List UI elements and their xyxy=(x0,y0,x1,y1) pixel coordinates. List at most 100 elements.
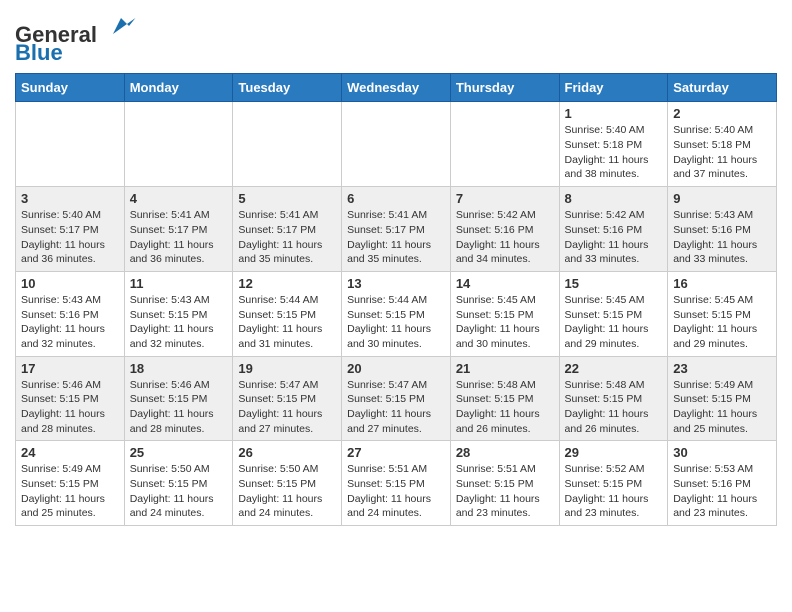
logo-blue: Blue xyxy=(15,40,63,65)
day-number: 4 xyxy=(130,191,228,206)
day-number: 26 xyxy=(238,445,336,460)
day-info: Sunrise: 5:41 AM Sunset: 5:17 PM Dayligh… xyxy=(347,208,445,267)
day-info: Sunrise: 5:45 AM Sunset: 5:15 PM Dayligh… xyxy=(673,293,771,352)
day-info: Sunrise: 5:43 AM Sunset: 5:16 PM Dayligh… xyxy=(673,208,771,267)
calendar-cell-22: 22Sunrise: 5:48 AM Sunset: 5:15 PM Dayli… xyxy=(559,356,668,441)
day-info: Sunrise: 5:52 AM Sunset: 5:15 PM Dayligh… xyxy=(565,462,663,521)
day-number: 2 xyxy=(673,106,771,121)
day-info: Sunrise: 5:43 AM Sunset: 5:16 PM Dayligh… xyxy=(21,293,119,352)
day-info: Sunrise: 5:47 AM Sunset: 5:15 PM Dayligh… xyxy=(238,378,336,437)
calendar-cell-2: 2 Sunrise: 5:40 AM Sunset: 5:18 PM Daylig… xyxy=(668,102,777,187)
day-info: Sunrise: 5:40 AM Sunset: 5:17 PM Dayligh… xyxy=(21,208,119,267)
calendar-cell-18: 18Sunrise: 5:46 AM Sunset: 5:15 PM Dayli… xyxy=(124,356,233,441)
day-number: 23 xyxy=(673,361,771,376)
day-info: Sunrise: 5:41 AM Sunset: 5:17 PM Dayligh… xyxy=(130,208,228,267)
calendar-cell-3: 3Sunrise: 5:40 AM Sunset: 5:17 PM Daylig… xyxy=(16,187,125,272)
calendar-cell-4: 4 Sunrise: 5:41 AM Sunset: 5:17 PM Daylig… xyxy=(124,187,233,272)
day-info: Sunrise: 5:41 AM Sunset: 5:17 PM Dayligh… xyxy=(238,208,336,267)
day-number: 15 xyxy=(565,276,663,291)
day-info: Sunrise: 5:43 AM Sunset: 5:15 PM Dayligh… xyxy=(130,293,228,352)
day-number: 11 xyxy=(130,276,228,291)
calendar-cell-empty xyxy=(124,102,233,187)
logo: General Blue xyxy=(15,10,137,65)
day-info: Sunrise: 5:42 AM Sunset: 5:16 PM Dayligh… xyxy=(565,208,663,267)
day-number: 5 xyxy=(238,191,336,206)
logo-icon xyxy=(105,10,137,42)
day-info: Sunrise: 5:44 AM Sunset: 5:15 PM Dayligh… xyxy=(347,293,445,352)
calendar-cell-11: 11 Sunrise: 5:43 AM Sunset: 5:15 PM Dayli… xyxy=(124,271,233,356)
day-info: Sunrise: 5:53 AM Sunset: 5:16 PM Dayligh… xyxy=(673,462,771,521)
day-number: 25 xyxy=(130,445,228,460)
day-info: Sunrise: 5:42 AM Sunset: 5:16 PM Dayligh… xyxy=(456,208,554,267)
day-number: 8 xyxy=(565,191,663,206)
day-number: 12 xyxy=(238,276,336,291)
week-row-4: 17Sunrise: 5:46 AM Sunset: 5:15 PM Dayli… xyxy=(16,356,777,441)
calendar-cell-empty xyxy=(16,102,125,187)
calendar-cell-12: 12 Sunrise: 5:44 AM Sunset: 5:15 PM Dayli… xyxy=(233,271,342,356)
day-info: Sunrise: 5:47 AM Sunset: 5:15 PM Dayligh… xyxy=(347,378,445,437)
weekday-friday: Friday xyxy=(559,74,668,102)
weekday-thursday: Thursday xyxy=(450,74,559,102)
day-number: 24 xyxy=(21,445,119,460)
calendar-cell-17: 17Sunrise: 5:46 AM Sunset: 5:15 PM Dayli… xyxy=(16,356,125,441)
day-number: 29 xyxy=(565,445,663,460)
calendar-cell-9: 9 Sunrise: 5:43 AM Sunset: 5:16 PM Daylig… xyxy=(668,187,777,272)
week-row-3: 10 Sunrise: 5:43 AM Sunset: 5:16 PM Dayli… xyxy=(16,271,777,356)
day-info: Sunrise: 5:46 AM Sunset: 5:15 PM Dayligh… xyxy=(130,378,228,437)
day-number: 21 xyxy=(456,361,554,376)
day-info: Sunrise: 5:49 AM Sunset: 5:15 PM Dayligh… xyxy=(673,378,771,437)
day-info: Sunrise: 5:50 AM Sunset: 5:15 PM Dayligh… xyxy=(238,462,336,521)
day-info: Sunrise: 5:44 AM Sunset: 5:15 PM Dayligh… xyxy=(238,293,336,352)
calendar-cell-14: 14 Sunrise: 5:45 AM Sunset: 5:15 PM Dayli… xyxy=(450,271,559,356)
calendar-cell-15: 15 Sunrise: 5:45 AM Sunset: 5:15 PM Dayli… xyxy=(559,271,668,356)
weekday-tuesday: Tuesday xyxy=(233,74,342,102)
day-number: 10 xyxy=(21,276,119,291)
day-number: 1 xyxy=(565,106,663,121)
logo-text: General Blue xyxy=(15,10,137,65)
week-row-2: 3Sunrise: 5:40 AM Sunset: 5:17 PM Daylig… xyxy=(16,187,777,272)
day-info: Sunrise: 5:46 AM Sunset: 5:15 PM Dayligh… xyxy=(21,378,119,437)
calendar-cell-13: 13 Sunrise: 5:44 AM Sunset: 5:15 PM Dayli… xyxy=(342,271,451,356)
day-number: 22 xyxy=(565,361,663,376)
header: General Blue xyxy=(15,10,777,65)
weekday-sunday: Sunday xyxy=(16,74,125,102)
calendar-cell-29: 29 Sunrise: 5:52 AM Sunset: 5:15 PM Dayli… xyxy=(559,441,668,526)
calendar-cell-27: 27Sunrise: 5:51 AM Sunset: 5:15 PM Dayli… xyxy=(342,441,451,526)
page: General Blue SundayMondayTuesdayWednesda… xyxy=(0,0,792,541)
day-number: 28 xyxy=(456,445,554,460)
weekday-monday: Monday xyxy=(124,74,233,102)
weekday-header-row: SundayMondayTuesdayWednesdayThursdayFrid… xyxy=(16,74,777,102)
calendar-cell-empty xyxy=(233,102,342,187)
calendar-cell-1: 1 Sunrise: 5:40 AM Sunset: 5:18 PM Daylig… xyxy=(559,102,668,187)
day-number: 19 xyxy=(238,361,336,376)
calendar-cell-25: 25Sunrise: 5:50 AM Sunset: 5:15 PM Dayli… xyxy=(124,441,233,526)
calendar-cell-24: 24 Sunrise: 5:49 AM Sunset: 5:15 PM Dayli… xyxy=(16,441,125,526)
day-number: 7 xyxy=(456,191,554,206)
day-number: 13 xyxy=(347,276,445,291)
day-info: Sunrise: 5:51 AM Sunset: 5:15 PM Dayligh… xyxy=(456,462,554,521)
calendar-cell-28: 28 Sunrise: 5:51 AM Sunset: 5:15 PM Dayli… xyxy=(450,441,559,526)
day-info: Sunrise: 5:48 AM Sunset: 5:15 PM Dayligh… xyxy=(456,378,554,437)
weekday-saturday: Saturday xyxy=(668,74,777,102)
day-info: Sunrise: 5:49 AM Sunset: 5:15 PM Dayligh… xyxy=(21,462,119,521)
day-number: 20 xyxy=(347,361,445,376)
day-info: Sunrise: 5:51 AM Sunset: 5:15 PM Dayligh… xyxy=(347,462,445,521)
day-number: 9 xyxy=(673,191,771,206)
weekday-wednesday: Wednesday xyxy=(342,74,451,102)
week-row-1: 1 Sunrise: 5:40 AM Sunset: 5:18 PM Daylig… xyxy=(16,102,777,187)
day-number: 16 xyxy=(673,276,771,291)
day-number: 14 xyxy=(456,276,554,291)
day-info: Sunrise: 5:40 AM Sunset: 5:18 PM Dayligh… xyxy=(565,123,663,182)
calendar-cell-empty xyxy=(450,102,559,187)
day-number: 6 xyxy=(347,191,445,206)
day-number: 30 xyxy=(673,445,771,460)
calendar-cell-10: 10 Sunrise: 5:43 AM Sunset: 5:16 PM Dayli… xyxy=(16,271,125,356)
day-info: Sunrise: 5:45 AM Sunset: 5:15 PM Dayligh… xyxy=(565,293,663,352)
calendar-cell-30: 30 Sunrise: 5:53 AM Sunset: 5:16 PM Dayli… xyxy=(668,441,777,526)
day-info: Sunrise: 5:45 AM Sunset: 5:15 PM Dayligh… xyxy=(456,293,554,352)
day-info: Sunrise: 5:40 AM Sunset: 5:18 PM Dayligh… xyxy=(673,123,771,182)
calendar-cell-5: 5 Sunrise: 5:41 AM Sunset: 5:17 PM Daylig… xyxy=(233,187,342,272)
calendar-cell-8: 8 Sunrise: 5:42 AM Sunset: 5:16 PM Daylig… xyxy=(559,187,668,272)
calendar-cell-20: 20 Sunrise: 5:47 AM Sunset: 5:15 PM Dayli… xyxy=(342,356,451,441)
calendar-cell-23: 23 Sunrise: 5:49 AM Sunset: 5:15 PM Dayli… xyxy=(668,356,777,441)
